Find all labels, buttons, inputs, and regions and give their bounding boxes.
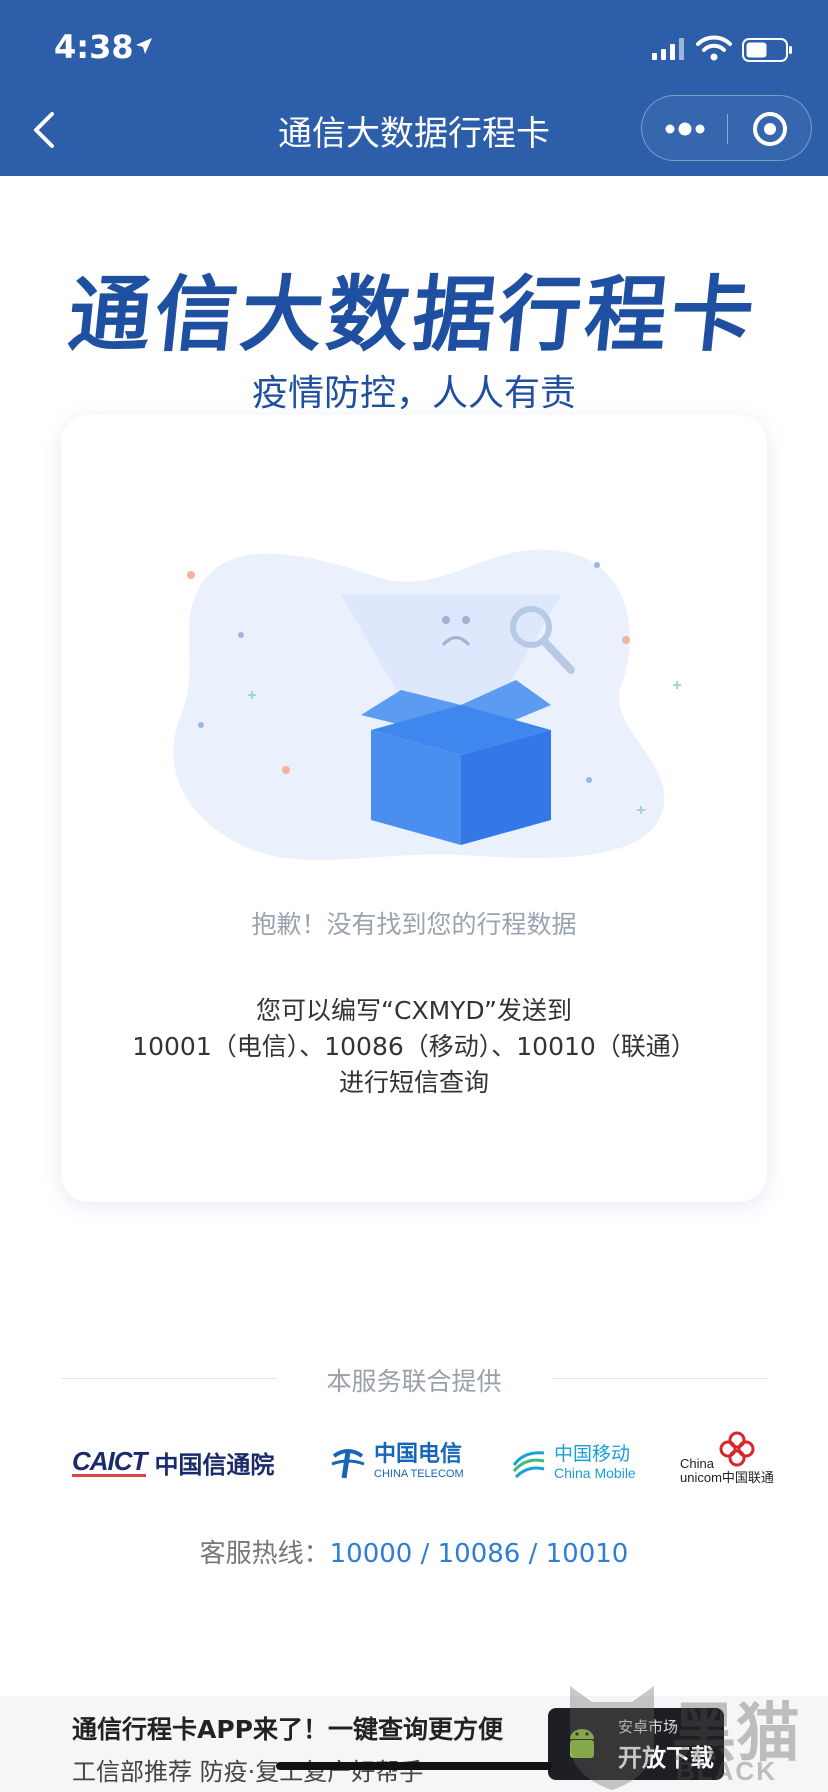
black-cat-watermark: 黑猫 BLACK CAT [560, 1676, 828, 1792]
divider-left [61, 1378, 276, 1379]
location-arrow-icon [136, 38, 152, 54]
sms-hint-line3: 进行短信查询 [338, 1068, 489, 1097]
home-indicator [276, 1762, 552, 1770]
caict-logo: CAICT 中国信通院 [72, 1432, 274, 1492]
hotline: 客服热线：10000 / 10086 / 10010 [0, 1533, 828, 1570]
china-mobile-logo: 中国移动 China Mobile [510, 1432, 636, 1492]
battery-icon [742, 38, 792, 62]
result-card: 抱歉！没有找到您的行程数据 您可以编写“CXMYD”发送到 10001（电信）、… [61, 415, 767, 1202]
sms-hint-line1: 您可以编写“CXMYD”发送到 [256, 996, 572, 1025]
hero-title: 通信大数据行程卡 [64, 268, 763, 363]
china-unicom-logo: China unicom中国联通 [680, 1431, 774, 1492]
caict-logo-cn: 中国信通院 [154, 1450, 275, 1479]
watermark-sub: BLACK CAT [676, 1756, 777, 1792]
sms-hint: 您可以编写“CXMYD”发送到 10001（电信）、10086（移动）、1001… [61, 993, 767, 1101]
china-telecom-logo: 中国电信 CHINA TELECOM [328, 1432, 464, 1492]
china-mobile-icon [512, 1451, 545, 1479]
china-unicom-line2: unicom中国联通 [680, 1470, 774, 1485]
china-telecom-en: CHINA TELECOM [374, 1468, 464, 1480]
china-mobile-cn: 中国移动 [554, 1443, 631, 1465]
wifi-icon [696, 35, 732, 61]
back-button[interactable] [24, 106, 64, 154]
status-time: 4:38 [54, 28, 134, 66]
sms-hint-line2: 10001（电信）、10086（移动）、10010（联通） [132, 1032, 696, 1061]
empty-message: 抱歉！没有找到您的行程数据 [251, 910, 577, 939]
signal-icon [652, 38, 684, 60]
caict-logo-en: CAICT [72, 1445, 147, 1477]
china-telecom-icon [331, 1449, 365, 1479]
empty-box-illustration [173, 549, 681, 861]
china-mobile-en: China Mobile [554, 1465, 636, 1481]
mini-program-capsule [641, 95, 812, 161]
hotline-label: 客服热线： [199, 1539, 330, 1569]
providers-label: 本服务联合提供 [326, 1367, 502, 1396]
divider-right [552, 1378, 767, 1379]
close-target-button[interactable] [728, 96, 813, 162]
hero-subtitle: 疫情防控，人人有责 [251, 373, 576, 414]
china-telecom-cn: 中国电信 [374, 1442, 463, 1467]
hotline-numbers[interactable]: 10000 / 10086 / 10010 [330, 1539, 629, 1569]
more-button[interactable] [642, 96, 727, 162]
china-unicom-knot-icon [719, 1431, 755, 1467]
top-bar: 4:38 通信大数据行程卡 [0, 0, 828, 176]
banner-title: 通信行程卡APP来了！一键查询更方便 [72, 1715, 503, 1744]
nav-title: 通信大数据行程卡 [278, 114, 550, 154]
provider-logos: CAICT 中国信通院 中国电信 CHINA TELECOM 中国移动 Chin… [0, 1431, 828, 1492]
cat-shield-icon [570, 1686, 654, 1790]
